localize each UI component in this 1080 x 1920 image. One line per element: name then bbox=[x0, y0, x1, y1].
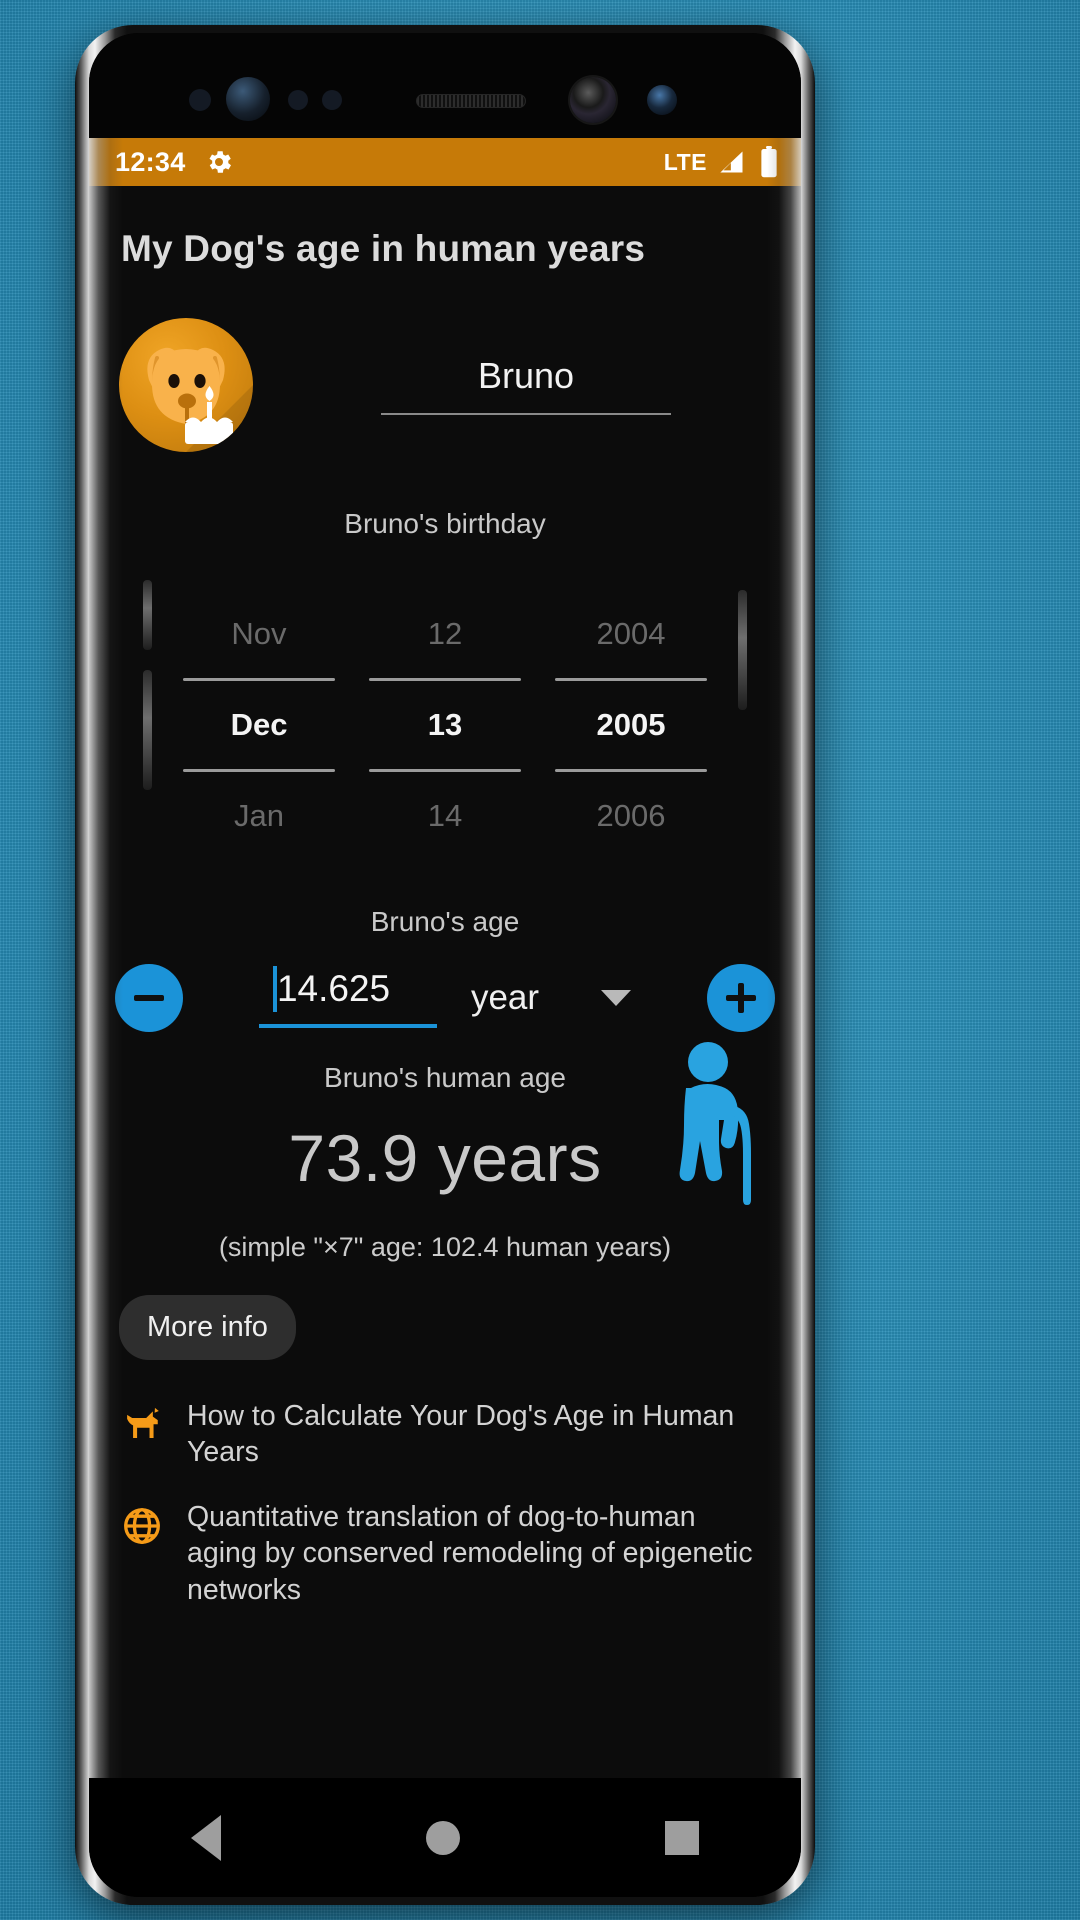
pet-name-input[interactable]: Bruno bbox=[381, 355, 671, 415]
age-label: Bruno's age bbox=[370, 906, 520, 937]
month-previous-value[interactable]: Nov bbox=[183, 590, 335, 678]
chevron-down-icon[interactable] bbox=[601, 990, 632, 1006]
iris-scanner-icon bbox=[226, 77, 270, 121]
secondary-sensor-icon bbox=[647, 85, 677, 115]
list-item-label[interactable]: Quantitative translation of dog-to-human… bbox=[187, 1499, 771, 1608]
minus-icon bbox=[134, 983, 164, 1013]
front-camera-icon bbox=[570, 77, 616, 123]
decrement-age-button[interactable] bbox=[115, 964, 183, 1032]
list-item-label[interactable]: How to Calculate Your Dog's Age in Human… bbox=[187, 1398, 771, 1471]
day-picker-column[interactable]: 12 13 14 bbox=[369, 590, 521, 860]
signal-triangle-icon bbox=[717, 148, 747, 176]
proximity-sensor-icon bbox=[189, 89, 211, 111]
device-top-bezel bbox=[89, 33, 801, 138]
status-bar: 12:34 LTE bbox=[89, 138, 801, 186]
birthday-date-picker[interactable]: Nov Dec Jan 12 13 14 2004 2005 2006 bbox=[115, 590, 775, 860]
simple-multiplier-note: (simple "×7" age: 102.4 human years) bbox=[218, 1232, 672, 1262]
age-unit-dropdown[interactable]: year bbox=[470, 978, 632, 1018]
year-selected-value[interactable]: 2005 bbox=[555, 681, 707, 769]
list-item[interactable]: Quantitative translation of dog-to-human… bbox=[115, 1485, 775, 1622]
year-next-value[interactable]: 2006 bbox=[555, 772, 707, 860]
page-title: My Dog's age in human years bbox=[121, 228, 646, 269]
year-picker-column[interactable]: 2004 2005 2006 bbox=[555, 590, 707, 860]
day-previous-value[interactable]: 12 bbox=[369, 590, 521, 678]
day-selected-value[interactable]: 13 bbox=[369, 681, 521, 769]
age-center-group: 14.625 year bbox=[183, 966, 707, 1028]
recents-square-icon[interactable] bbox=[664, 1820, 699, 1855]
phone-screen-area: 12:34 LTE My Dog's age in human years Br… bbox=[89, 33, 801, 1897]
month-picker-column[interactable]: Nov Dec Jan bbox=[183, 590, 335, 860]
reference-links-list: How to Calculate Your Dog's Age in Human… bbox=[115, 1384, 775, 1622]
back-triangle-icon[interactable] bbox=[191, 1814, 222, 1861]
app-content: My Dog's age in human years Bruno Bruno'… bbox=[89, 186, 801, 1778]
pet-name-field-wrapper: Bruno bbox=[287, 355, 765, 415]
age-value[interactable]: 14.625 bbox=[259, 968, 437, 1010]
battery-icon bbox=[759, 146, 779, 178]
more-info-button[interactable]: More info bbox=[119, 1295, 296, 1360]
month-selected-value[interactable]: Dec bbox=[183, 681, 335, 769]
age-input-row: 14.625 year bbox=[115, 964, 775, 1032]
app-screen: 12:34 LTE My Dog's age in human years Br… bbox=[89, 138, 801, 1778]
plus-icon bbox=[726, 983, 756, 1013]
dog-with-birthday-cake-icon[interactable] bbox=[119, 318, 253, 452]
month-next-value[interactable]: Jan bbox=[183, 772, 335, 860]
pet-identity-row: Bruno bbox=[115, 318, 775, 452]
age-unit-label: year bbox=[470, 978, 540, 1017]
sensor-dot-icon bbox=[322, 90, 342, 110]
day-next-value[interactable]: 14 bbox=[369, 772, 521, 860]
increment-age-button[interactable] bbox=[707, 964, 775, 1032]
navigation-bar bbox=[89, 1778, 801, 1897]
volume-down-button[interactable] bbox=[143, 670, 152, 790]
list-item[interactable]: How to Calculate Your Dog's Age in Human… bbox=[115, 1384, 775, 1485]
power-button[interactable] bbox=[738, 590, 747, 710]
elderly-person-with-cane-icon bbox=[671, 1040, 767, 1212]
network-type-label: LTE bbox=[663, 148, 707, 175]
globe-icon bbox=[119, 1503, 165, 1549]
status-bar-clock: 12:34 bbox=[115, 146, 186, 177]
phone-device: 12:34 LTE My Dog's age in human years Br… bbox=[75, 25, 815, 1905]
light-sensor-icon bbox=[288, 90, 308, 110]
human-age-result: Bruno's human age 73.9 years bbox=[115, 1042, 775, 1205]
gear-icon[interactable] bbox=[204, 147, 234, 177]
volume-up-button[interactable] bbox=[143, 580, 152, 650]
dog-icon bbox=[119, 1402, 165, 1448]
earpiece-speaker bbox=[416, 94, 526, 108]
age-input-field[interactable]: 14.625 bbox=[258, 966, 437, 1028]
year-previous-value[interactable]: 2004 bbox=[555, 590, 707, 678]
text-cursor bbox=[272, 966, 277, 1012]
home-circle-icon[interactable] bbox=[425, 1820, 460, 1855]
birthday-label: Bruno's birthday bbox=[344, 508, 546, 539]
